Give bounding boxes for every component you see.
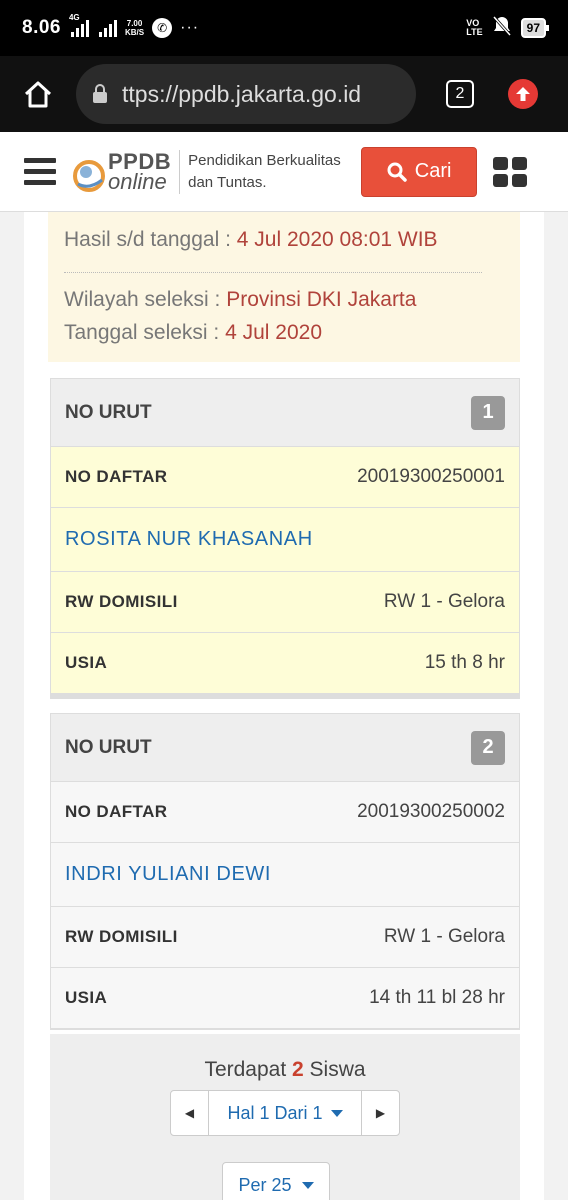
search-button-label: Cari (414, 160, 452, 182)
prev-page-button[interactable]: ◀ (171, 1091, 209, 1135)
site-logo[interactable]: PPDB online (72, 150, 171, 194)
network-speed: 7.00 KB/S (124, 19, 145, 37)
logo-emblem-icon (72, 150, 106, 194)
home-icon[interactable] (18, 74, 58, 114)
reg-no-row: NO DAFTAR 20019300250001 (51, 447, 519, 508)
battery-indicator: 97 (520, 18, 550, 38)
menu-icon[interactable] (24, 158, 56, 185)
browser-toolbar: ttps://ppdb.jakarta.go.id 2 (0, 56, 568, 132)
rw-value: RW 1 - Gelora (383, 591, 505, 612)
search-icon (387, 162, 407, 182)
signal-2-icon (98, 19, 117, 37)
student-card: NO URUT 2 NO DAFTAR 20019300250002 INDRI… (50, 713, 520, 1030)
region-row: Wilayah seleksi : Provinsi DKI Jakarta (64, 288, 417, 311)
rank-header: NO URUT 1 (51, 379, 519, 447)
address-bar[interactable]: ttps://ppdb.jakarta.go.id (76, 64, 416, 124)
caret-down-icon (301, 1181, 314, 1189)
reg-no-value: 20019300250002 (357, 801, 505, 822)
student-card: NO URUT 1 NO DAFTAR 20019300250001 ROSIT… (50, 378, 520, 699)
volte-icon: VO LTE (466, 18, 483, 37)
rw-row: RW DOMISILI RW 1 - Gelora (51, 907, 519, 968)
selection-date-row: Tanggal seleksi : 4 Jul 2020 (64, 321, 323, 344)
status-bar: 8.06 4G 7.00 KB/S ✆ ··· VO LTE 97 (0, 0, 568, 56)
site-header: PPDB online Pendidikan Berkualitas dan T… (0, 132, 568, 212)
total-count: 2 (292, 1058, 304, 1081)
reg-no-row: NO DAFTAR 20019300250002 (51, 782, 519, 843)
rank-badge: 2 (471, 730, 505, 765)
more-notifications-icon: ··· (180, 19, 200, 36)
result-date-value: 4 Jul 2020 08:01 WIB (236, 228, 438, 251)
reg-no-value: 20019300250001 (357, 466, 505, 487)
age-value: 15 th 8 hr (424, 652, 505, 673)
status-time: 8.06 (22, 17, 61, 38)
age-row: USIA 15 th 8 hr (51, 633, 519, 694)
main-content: Hasil s/d tanggal : 4 Jul 2020 08:01 WIB… (24, 212, 544, 1200)
student-name-row[interactable]: ROSITA NUR KHASANAH (51, 508, 519, 572)
student-name-link[interactable]: INDRI YULIANI DEWI (65, 863, 271, 886)
rank-badge: 1 (471, 395, 505, 430)
search-button[interactable]: Cari (361, 146, 478, 197)
lock-icon (93, 84, 107, 103)
pager: ◀ Hal 1 Dari 1 ▶ (170, 1090, 400, 1136)
age-value: 14 th 11 bl 28 hr (369, 987, 505, 1008)
mute-bell-icon (492, 15, 511, 41)
region-value: Provinsi DKI Jakarta (226, 288, 417, 311)
signal-icon: 4G (69, 13, 89, 37)
tab-switcher-button[interactable]: 2 (446, 80, 474, 108)
rw-row: RW DOMISILI RW 1 - Gelora (51, 572, 519, 633)
selection-info: Hasil s/d tanggal : 4 Jul 2020 08:01 WIB… (48, 212, 520, 362)
next-page-button[interactable]: ▶ (361, 1091, 399, 1135)
result-date-row: Hasil s/d tanggal : 4 Jul 2020 08:01 WIB (64, 228, 438, 251)
update-arrow-icon[interactable] (508, 79, 538, 109)
logo-online: online (108, 168, 167, 194)
age-row: USIA 14 th 11 bl 28 hr (51, 968, 519, 1029)
url-text: ttps://ppdb.jakarta.go.id (122, 80, 362, 107)
selection-date-value: 4 Jul 2020 (225, 321, 323, 344)
pagination-panel: Terdapat 2 Siswa ◀ Hal 1 Dari 1 ▶ Per 25 (50, 1034, 520, 1200)
rw-value: RW 1 - Gelora (383, 926, 505, 947)
site-tagline: Pendidikan Berkualitas dan Tuntas. (179, 149, 359, 194)
card-bottom-border (51, 694, 519, 698)
rank-header: NO URUT 2 (51, 714, 519, 782)
total-students: Terdapat 2 Siswa (204, 1058, 366, 1081)
whatsapp-icon: ✆ (152, 18, 173, 38)
per-page-select[interactable]: Per 25 (222, 1162, 330, 1200)
caret-down-icon (330, 1109, 343, 1117)
info-divider (64, 272, 482, 273)
student-name-link[interactable]: ROSITA NUR KHASANAH (65, 528, 313, 551)
apps-grid-icon[interactable] (493, 156, 528, 187)
page-select[interactable]: Hal 1 Dari 1 (209, 1091, 361, 1135)
network-type: 4G (68, 13, 80, 22)
student-name-row[interactable]: INDRI YULIANI DEWI (51, 843, 519, 907)
